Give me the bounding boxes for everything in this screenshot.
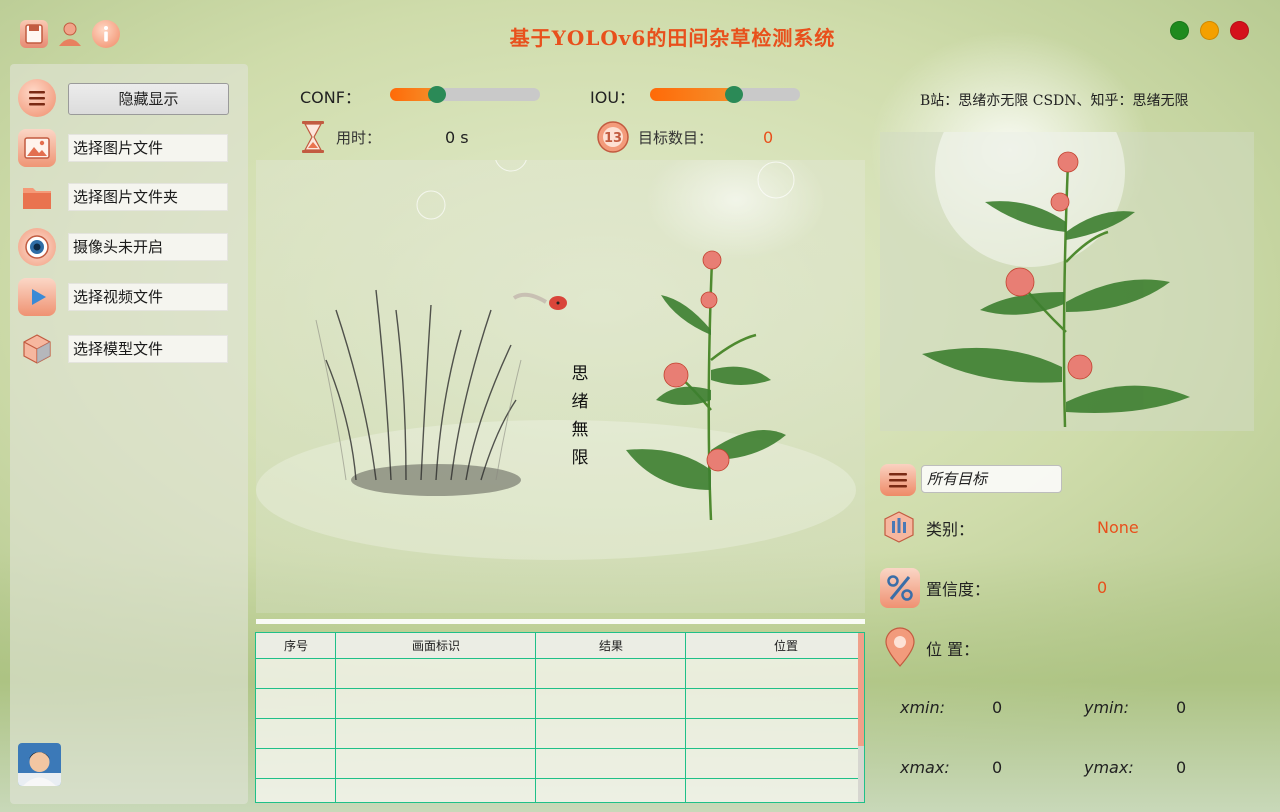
category-icon (880, 508, 918, 546)
preview-image (880, 132, 1254, 431)
table-header: 序号 画面标识 结果 位置 (256, 633, 858, 659)
column-header-position[interactable]: 位置 (686, 633, 864, 659)
table-row[interactable] (256, 718, 858, 719)
svg-text:13: 13 (604, 131, 622, 146)
image-icon[interactable] (18, 129, 56, 167)
folder-icon[interactable] (18, 178, 56, 216)
table-row[interactable] (256, 778, 858, 779)
avatar (18, 743, 61, 786)
iou-slider[interactable] (650, 86, 800, 103)
select-video-button[interactable]: 选择视频文件 (68, 283, 228, 311)
conf-slider-thumb[interactable] (427, 86, 446, 103)
position-label: 位 置： (926, 640, 980, 659)
time-value: 0 s (445, 128, 469, 147)
vertical-signature: 思 绪 無 限 (571, 364, 589, 468)
ymax-label: ymax: (1084, 758, 1134, 777)
ymax-value: 0 (1176, 758, 1187, 777)
toggle-display-button[interactable]: 隐藏显示 (68, 83, 229, 115)
result-table: 序号 画面标识 结果 位置 (255, 632, 865, 803)
class-label: 类别： (926, 520, 975, 539)
confidence-value: 0 (1097, 578, 1108, 597)
sidebar: 隐藏显示 选择图片文件 选择图片文件夹 摄像头未开启 选择视频文件 选择模型文件 (10, 64, 248, 804)
column-header-index[interactable]: 序号 (256, 633, 336, 659)
iou-label: IOU： (590, 88, 636, 107)
maximize-button[interactable] (1170, 21, 1189, 40)
app-title: 基于YOLOv6的田间杂草检测系统 (509, 26, 836, 50)
xmax-label: xmax: (900, 758, 950, 777)
model-cube-icon[interactable] (18, 330, 56, 368)
target-count-value: 0 (763, 128, 774, 147)
welcome-illustration (256, 160, 856, 560)
conf-slider[interactable] (390, 86, 540, 103)
xmin-value: 0 (992, 698, 1003, 717)
menu-icon[interactable] (18, 79, 56, 117)
target-select[interactable]: 所有目标 (921, 465, 1062, 493)
table-scroll-thumb[interactable] (858, 633, 864, 746)
percent-icon (880, 568, 920, 608)
hourglass-icon (300, 120, 326, 154)
iou-slider-fill (650, 88, 734, 101)
select-model-button[interactable]: 选择模型文件 (68, 335, 228, 363)
table-scrollbar[interactable] (858, 633, 864, 802)
confidence-label: 置信度： (926, 580, 991, 599)
preview-illustration (922, 132, 1190, 428)
ymin-value: 0 (1176, 698, 1187, 717)
list-menu-icon[interactable] (880, 464, 916, 496)
select-image-button[interactable]: 选择图片文件 (68, 134, 228, 162)
target-count-icon: 13 (596, 120, 630, 154)
author-info: B站：思绪亦无限 CSDN、知乎：思绪无限 (920, 93, 1189, 109)
xmax-value: 0 (992, 758, 1003, 777)
close-button[interactable] (1230, 21, 1249, 40)
target-count-label: 目标数目： (638, 129, 714, 147)
class-value: None (1097, 518, 1139, 537)
select-folder-button[interactable]: 选择图片文件夹 (68, 183, 228, 211)
ymin-label: ymin: (1084, 698, 1130, 717)
table-row[interactable] (256, 748, 858, 749)
location-pin-icon (880, 626, 920, 668)
table-row[interactable] (256, 688, 858, 689)
video-icon[interactable] (18, 278, 56, 316)
camera-button[interactable]: 摄像头未开启 (68, 233, 228, 261)
conf-label: CONF： (300, 88, 361, 107)
main-image-view: 思 绪 無 限 (256, 160, 865, 613)
camera-icon[interactable] (18, 228, 56, 266)
time-label: 用时： (336, 129, 382, 147)
column-header-frame[interactable]: 画面标识 (336, 633, 536, 659)
splitter-bar[interactable] (256, 619, 865, 624)
xmin-label: xmin: (900, 698, 946, 717)
iou-slider-thumb[interactable] (725, 86, 743, 103)
column-header-result[interactable]: 结果 (536, 633, 686, 659)
minimize-button[interactable] (1200, 21, 1219, 40)
